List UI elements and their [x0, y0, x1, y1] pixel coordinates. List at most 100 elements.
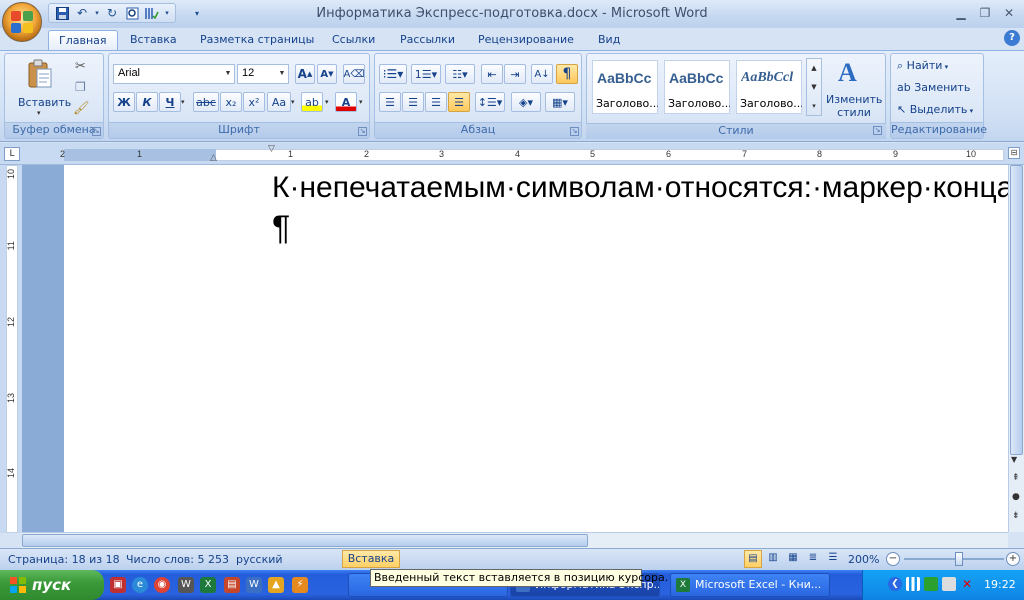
- justify-icon[interactable]: ☰: [448, 92, 470, 112]
- customize-qat-icon[interactable]: ▾: [188, 5, 206, 21]
- vertical-scrollbar[interactable]: ▼ ⇞ ● ⇟: [1008, 165, 1024, 532]
- bullets-icon[interactable]: ⁝☰▾: [379, 64, 407, 84]
- horizontal-scrollbar[interactable]: [22, 532, 1008, 548]
- zoom-level[interactable]: 200%: [848, 553, 879, 566]
- horizontal-scroll-thumb[interactable]: [22, 534, 588, 547]
- app-icon[interactable]: W: [178, 577, 194, 593]
- styles-launcher-icon[interactable]: ↘: [873, 126, 882, 135]
- tab-selector-icon[interactable]: L: [4, 147, 20, 161]
- change-styles-button[interactable]: A Изменить стили: [826, 56, 882, 122]
- font-launcher-icon[interactable]: ↘: [358, 127, 367, 136]
- align-left-icon[interactable]: ☰: [379, 92, 401, 112]
- network-icon[interactable]: [942, 577, 956, 591]
- paragraph-launcher-icon[interactable]: ↘: [570, 127, 579, 136]
- change-case-button[interactable]: Aa: [267, 92, 291, 112]
- status-language[interactable]: русский: [236, 553, 283, 566]
- find-button[interactable]: ⌕ Найти ▾: [897, 59, 948, 73]
- tab-insert[interactable]: Вставка: [120, 30, 187, 50]
- format-painter-icon[interactable]: 🖌: [73, 101, 90, 116]
- numbering-icon[interactable]: 1☰▾: [411, 64, 441, 84]
- save-icon[interactable]: [53, 5, 71, 21]
- strikethrough-button[interactable]: abc: [193, 92, 219, 112]
- borders-icon[interactable]: ▦▾: [545, 92, 575, 112]
- zoom-out-icon[interactable]: −: [886, 552, 900, 566]
- undo-icon[interactable]: ↶: [73, 5, 91, 21]
- chrome-icon[interactable]: ◉: [154, 577, 170, 593]
- align-right-icon[interactable]: ☰: [425, 92, 447, 112]
- word-icon[interactable]: W: [246, 577, 262, 593]
- decrease-indent-icon[interactable]: ⇤: [481, 64, 503, 84]
- ie-icon[interactable]: e: [132, 577, 148, 593]
- office-button[interactable]: [2, 2, 42, 42]
- clear-formatting-icon[interactable]: A⌫: [343, 64, 365, 84]
- highlight-icon[interactable]: ab: [301, 92, 323, 112]
- tab-home[interactable]: Главная: [48, 30, 118, 50]
- bold-button[interactable]: Ж: [113, 92, 135, 112]
- font-size-dropdown-icon[interactable]: ▼: [276, 65, 288, 83]
- shrink-font-button[interactable]: A ▼: [317, 64, 337, 84]
- document-text[interactable]: К·непечатаемым·символам·относятся:·марке…: [272, 171, 1008, 205]
- folder-icon[interactable]: ▲: [268, 577, 284, 593]
- tab-review[interactable]: Рецензирование: [468, 30, 584, 50]
- status-page[interactable]: Страница: 18 из 18: [8, 553, 120, 566]
- hanging-indent-marker-icon[interactable]: △: [210, 153, 217, 163]
- styles-scroll-down-icon[interactable]: ▼: [807, 78, 821, 97]
- security-icon[interactable]: [924, 577, 938, 591]
- font-color-dropdown-icon[interactable]: ▾: [359, 98, 363, 106]
- vertical-ruler[interactable]: 10 11 12 13 14: [0, 165, 22, 533]
- font-size-combo[interactable]: 12 ▼: [237, 64, 289, 84]
- subscript-button[interactable]: x₂: [220, 92, 242, 112]
- cut-icon[interactable]: ✂: [75, 59, 86, 74]
- tab-page-layout[interactable]: Разметка страницы: [190, 30, 324, 50]
- style-card[interactable]: AaBbCc Заголово...: [592, 60, 658, 114]
- copy-icon[interactable]: ❐: [75, 80, 86, 94]
- tab-mailings[interactable]: Рассылки: [390, 30, 465, 50]
- superscript-button[interactable]: x²: [243, 92, 265, 112]
- full-screen-reading-icon[interactable]: ▥: [764, 550, 782, 568]
- scroll-down-icon[interactable]: ▼: [1011, 455, 1017, 464]
- style-card[interactable]: AaBbCc Заголово...: [664, 60, 730, 114]
- previous-page-icon[interactable]: ⇞: [1012, 473, 1020, 483]
- underline-dropdown-icon[interactable]: ▾: [181, 98, 185, 106]
- spelling-dropdown-icon[interactable]: ▾: [163, 5, 171, 21]
- first-line-indent-marker-icon[interactable]: ▽: [268, 144, 275, 154]
- underline-button[interactable]: Ч: [159, 92, 181, 112]
- show-formatting-button[interactable]: ¶: [556, 64, 578, 84]
- undo-dropdown-icon[interactable]: ▾: [93, 5, 101, 21]
- start-button[interactable]: пуск: [0, 570, 104, 600]
- styles-more-icon[interactable]: ▾: [807, 97, 821, 115]
- vertical-scroll-thumb[interactable]: [1010, 165, 1023, 455]
- align-center-icon[interactable]: ☰: [402, 92, 424, 112]
- insert-mode-button[interactable]: Вставка: [342, 550, 400, 568]
- font-color-button[interactable]: A: [335, 92, 357, 112]
- restore-button[interactable]: ❐: [974, 4, 996, 22]
- zoom-in-icon[interactable]: +: [1006, 552, 1020, 566]
- paste-button[interactable]: Вставить ▾: [15, 56, 71, 118]
- next-page-icon[interactable]: ⇟: [1012, 511, 1020, 521]
- spelling-icon[interactable]: [143, 5, 161, 21]
- multilevel-list-icon[interactable]: ☷▾: [445, 64, 475, 84]
- print-preview-icon[interactable]: [123, 5, 141, 21]
- minimize-button[interactable]: ▁: [950, 4, 972, 22]
- quicklaunch-icon[interactable]: ▣: [110, 577, 126, 593]
- clipboard-launcher-icon[interactable]: ↘: [92, 127, 101, 136]
- print-layout-icon[interactable]: ▤: [744, 550, 762, 568]
- tab-references[interactable]: Ссылки: [322, 30, 385, 50]
- media-icon[interactable]: ⚡: [292, 577, 308, 593]
- draft-icon[interactable]: ☰: [824, 550, 842, 568]
- outline-icon[interactable]: ≣: [804, 550, 822, 568]
- line-spacing-icon[interactable]: ↕☰▾: [475, 92, 505, 112]
- zoom-slider-thumb[interactable]: [955, 552, 963, 566]
- grow-font-button[interactable]: A ▲: [295, 64, 315, 84]
- style-card[interactable]: AaBbCcl Заголово...: [736, 60, 802, 114]
- sort-icon[interactable]: A↓: [531, 64, 553, 84]
- increase-indent-icon[interactable]: ⇥: [504, 64, 526, 84]
- highlight-dropdown-icon[interactable]: ▾: [325, 98, 329, 106]
- pdf-icon[interactable]: ▤: [224, 577, 240, 593]
- redo-icon[interactable]: ↻: [103, 5, 121, 21]
- taskbar-item-excel[interactable]: X Microsoft Excel - Кни...: [670, 573, 830, 597]
- volume-muted-icon[interactable]: ✕: [960, 577, 974, 591]
- tray-arrow-icon[interactable]: ❮: [888, 577, 902, 591]
- styles-scroll-up-icon[interactable]: ▲: [807, 59, 821, 78]
- document-page[interactable]: К·непечатаемым·символам·относятся:·марке…: [64, 165, 1008, 532]
